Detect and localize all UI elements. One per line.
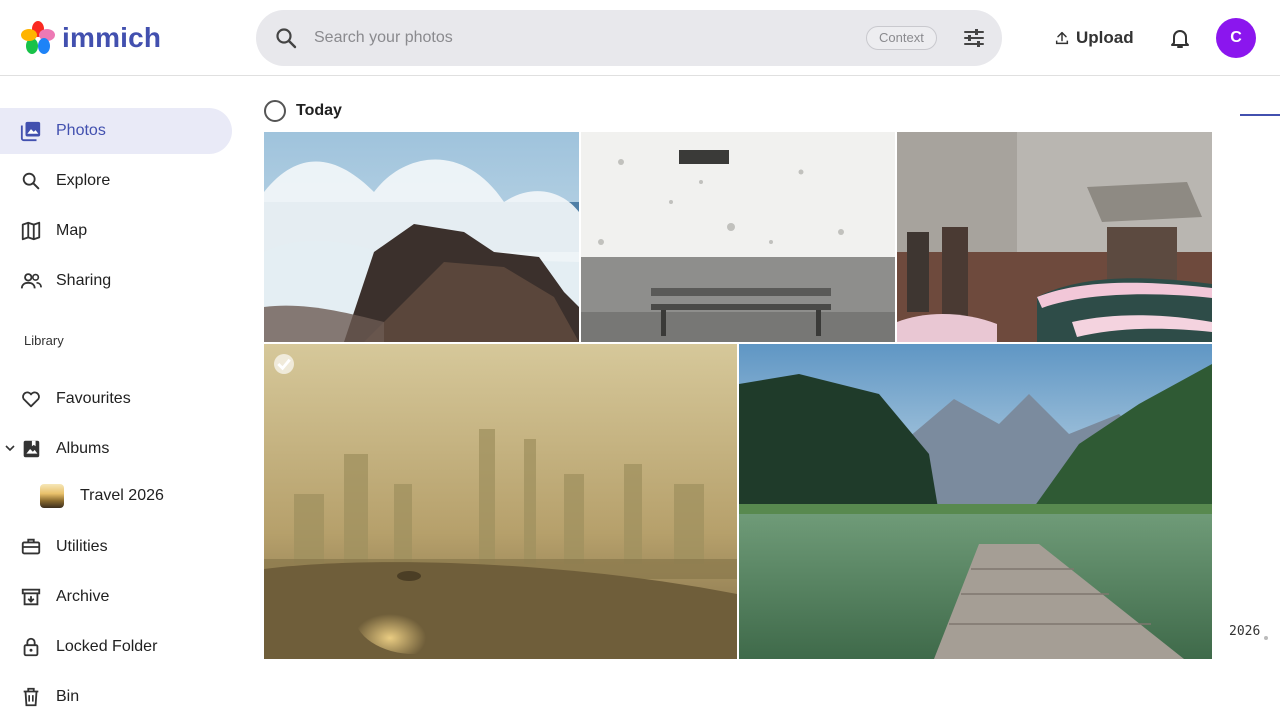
album-icon <box>23 440 40 458</box>
top-bar: immich Context Upload C <box>0 0 1280 76</box>
context-chip[interactable]: Context <box>866 26 937 50</box>
bell-icon[interactable] <box>1168 26 1192 50</box>
building-photo-image <box>897 132 1212 342</box>
sidebar-item-favourites[interactable]: Favourites <box>0 376 232 422</box>
timeline-scrubber-indicator[interactable] <box>1240 114 1280 116</box>
date-group-label: Today <box>296 102 342 119</box>
select-photo-checkbox[interactable] <box>274 354 294 374</box>
photo-thumbnail-waves[interactable] <box>264 132 579 342</box>
sidebar-item-bin[interactable]: Bin <box>0 674 232 720</box>
upload-icon <box>1055 31 1069 45</box>
sidebar-item-label: Utilities <box>56 538 108 555</box>
sidebar-item-photos[interactable]: Photos <box>0 108 232 154</box>
search-bar[interactable]: Context <box>256 10 1002 66</box>
sidebar-item-label: Favourites <box>56 390 131 407</box>
photo-thumbnail-bench[interactable] <box>581 132 895 342</box>
search-icon <box>22 172 40 190</box>
sidebar-item-albums[interactable]: Albums <box>0 426 232 472</box>
search-icon[interactable] <box>274 26 298 50</box>
sidebar-item-label: Map <box>56 222 88 239</box>
photos-icon <box>20 121 41 142</box>
sidebar-item-label: Explore <box>56 172 111 189</box>
photo-thumbnail-building[interactable] <box>897 132 1212 342</box>
sidebar-item-label: Sharing <box>56 272 112 289</box>
scrubber-year-label[interactable]: 2026 <box>1229 624 1260 639</box>
checkmark-icon <box>277 358 291 371</box>
sidebar-item-label: Bin <box>56 688 80 705</box>
sidebar: Photos Explore Map Sharing Library Favou… <box>0 76 244 720</box>
trash-icon <box>23 687 39 707</box>
city-photo-image <box>264 344 737 659</box>
waves-photo-image <box>264 132 579 342</box>
toolbox-icon <box>21 538 41 555</box>
bench-photo-image <box>581 132 895 342</box>
upload-label: Upload <box>1076 28 1134 47</box>
sidebar-item-label: Locked Folder <box>56 638 158 655</box>
sidebar-album-travel[interactable]: Travel 2026 <box>40 474 164 518</box>
lock-icon <box>23 637 39 657</box>
select-group-checkbox[interactable] <box>264 100 286 122</box>
tune-icon[interactable] <box>962 26 986 50</box>
map-icon <box>21 221 41 241</box>
photo-thumbnail-lake[interactable] <box>739 344 1212 659</box>
user-avatar[interactable]: C <box>1216 18 1256 58</box>
immich-logo-icon <box>21 21 55 54</box>
people-icon <box>20 273 42 289</box>
lake-photo-image <box>739 344 1212 659</box>
search-input[interactable] <box>314 24 834 52</box>
sidebar-item-sharing[interactable]: Sharing <box>0 258 232 304</box>
album-thumbnail <box>40 484 64 508</box>
photo-thumbnail-city[interactable] <box>264 344 737 659</box>
immich-logo[interactable]: immich <box>20 20 161 56</box>
app-name: immich <box>62 22 162 53</box>
heart-icon <box>22 391 40 408</box>
sidebar-item-label: Photos <box>56 122 106 139</box>
sidebar-item-archive[interactable]: Archive <box>0 574 232 620</box>
sidebar-item-locked-folder[interactable]: Locked Folder <box>0 624 232 670</box>
date-group-header: Today <box>264 100 342 122</box>
scrubber-dot <box>1264 636 1268 640</box>
sidebar-item-label: Archive <box>56 588 110 605</box>
album-label: Travel 2026 <box>80 487 164 504</box>
library-section-label: Library <box>24 333 64 348</box>
upload-button[interactable]: Upload <box>1044 22 1144 54</box>
archive-icon <box>21 588 41 606</box>
sidebar-item-explore[interactable]: Explore <box>0 158 232 204</box>
avatar-initial: C <box>1230 29 1242 46</box>
sidebar-item-map[interactable]: Map <box>0 208 232 254</box>
sidebar-item-label: Albums <box>56 440 110 457</box>
sidebar-item-utilities[interactable]: Utilities <box>0 524 232 570</box>
